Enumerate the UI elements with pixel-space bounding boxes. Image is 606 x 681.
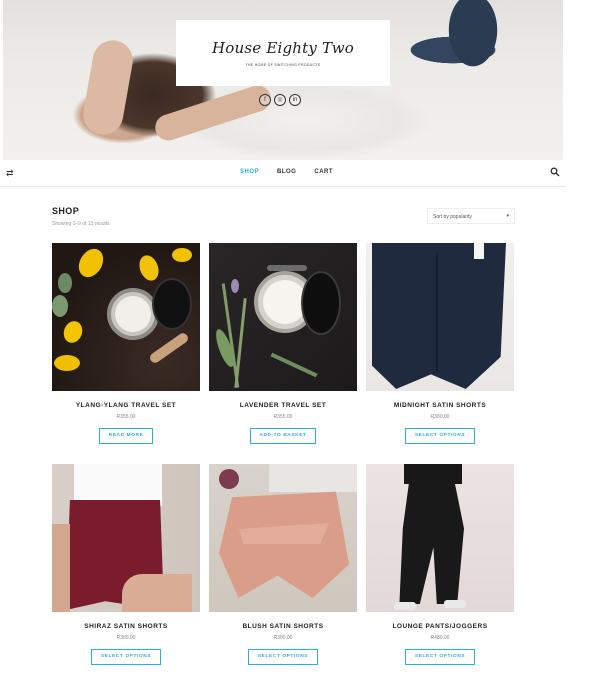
logo-tagline: THE HOME OF SWITCHING PRODUCTS (245, 63, 321, 67)
select-options-button[interactable]: SELECT OPTIONS (405, 428, 475, 444)
product-name[interactable]: YLANG-YLANG TRAVEL SET (52, 402, 200, 409)
add-to-basket-button[interactable]: ADD TO BASKET (250, 428, 316, 444)
product-price: R380.00 (273, 635, 293, 641)
select-options-button[interactable]: SELECT OPTIONS (405, 649, 475, 665)
product-price: R355.00 (273, 414, 293, 420)
facebook-icon[interactable]: f (259, 94, 271, 106)
shuffle-icon[interactable]: ⇄ (6, 168, 14, 179)
product-card: BLUSH SATIN SHORTS R380.00 SELECT OPTION… (209, 464, 357, 665)
site-logo[interactable]: House Eighty Two THE HOME OF SWITCHING P… (176, 20, 390, 86)
nav-item-blog[interactable]: BLOG (277, 169, 296, 175)
product-card: LAVENDER TRAVEL SET R355.00 ADD TO BASKE… (209, 243, 357, 444)
product-name[interactable]: LOUNGE PANTS/JOGGERS (366, 623, 514, 630)
select-options-button[interactable]: SELECT OPTIONS (91, 649, 161, 665)
main-nav: ⇄ SHOP · BLOG · CART (0, 160, 566, 187)
product-card: LOUNGE PANTS/JOGGERS R480.00 SELECT OPTI… (366, 464, 514, 665)
product-price: R480.00 (430, 635, 450, 641)
social-links: f ◎ in (259, 94, 301, 106)
product-name[interactable]: LAVENDER TRAVEL SET (209, 402, 357, 409)
sort-label: Sort by popularity (433, 214, 472, 220)
sort-select[interactable]: Sort by popularity ▾ (427, 208, 515, 224)
nav-item-cart[interactable]: CART (314, 169, 333, 175)
select-options-button[interactable]: SELECT OPTIONS (248, 649, 318, 665)
product-name[interactable]: BLUSH SATIN SHORTS (209, 623, 357, 630)
product-name[interactable]: MIDNIGHT SATIN SHORTS (366, 402, 514, 409)
page-title: SHOP (52, 206, 80, 216)
nav-item-shop[interactable]: SHOP (240, 169, 259, 175)
search-icon[interactable] (550, 167, 560, 177)
product-card: SHIRAZ SATIN SHORTS R380.00 SELECT OPTIO… (52, 464, 200, 665)
instagram-icon[interactable]: ◎ (274, 94, 286, 106)
product-card: MIDNIGHT SATIN SHORTS R380.00 SELECT OPT… (366, 243, 514, 444)
read-more-button[interactable]: READ MORE (99, 428, 153, 444)
product-image[interactable] (52, 243, 200, 391)
product-name[interactable]: SHIRAZ SATIN SHORTS (52, 623, 200, 630)
hero-arm (151, 82, 275, 144)
product-image[interactable] (52, 464, 200, 612)
product-image[interactable] (209, 243, 357, 391)
product-image[interactable] (209, 464, 357, 612)
product-image[interactable] (366, 464, 514, 612)
product-price: R380.00 (430, 414, 450, 420)
nav-separator: · (304, 169, 307, 175)
product-image[interactable] (366, 243, 514, 391)
product-price: R380.00 (116, 635, 136, 641)
linkedin-icon[interactable]: in (289, 94, 301, 106)
nav-menu: SHOP · BLOG · CART (240, 169, 333, 175)
nav-separator: · (267, 169, 270, 175)
product-price: R355.00 (116, 414, 136, 420)
hero-arm (80, 37, 136, 138)
chevron-down-icon: ▾ (506, 213, 509, 219)
result-count: Showing 1–9 of 13 results (52, 221, 110, 227)
product-card: YLANG-YLANG TRAVEL SET R355.00 READ MORE (52, 243, 200, 444)
logo-title: House Eighty Two (212, 39, 354, 57)
